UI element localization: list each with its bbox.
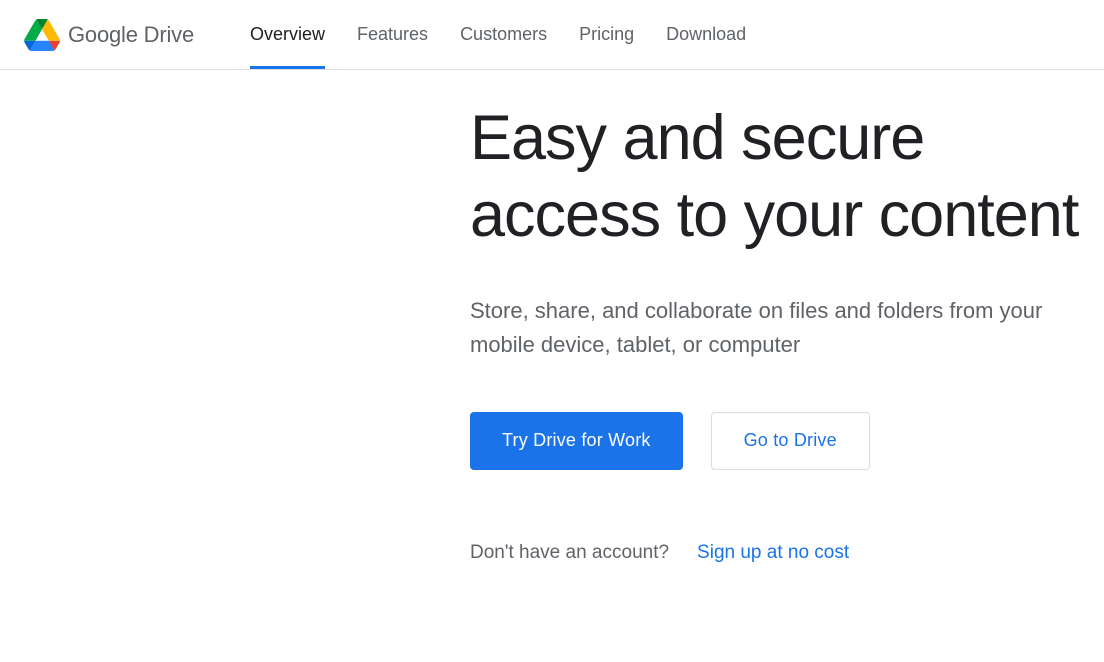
signup-question: Don't have an account? <box>470 542 669 564</box>
cta-row: Try Drive for Work Go to Drive <box>470 412 1080 470</box>
hero-sub: Store, share, and collaborate on files a… <box>470 294 1080 362</box>
drive-icon <box>24 19 60 51</box>
nav-overview[interactable]: Overview <box>250 0 325 69</box>
nav: Overview Features Customers Pricing Down… <box>250 0 746 69</box>
logo-text: Google Drive <box>68 22 194 48</box>
nav-features[interactable]: Features <box>357 0 428 69</box>
nav-download[interactable]: Download <box>666 0 746 69</box>
go-to-drive-button[interactable]: Go to Drive <box>711 412 870 470</box>
logo[interactable]: Google Drive <box>24 19 194 51</box>
hero: Easy and secure access to your content S… <box>0 70 1080 564</box>
nav-customers[interactable]: Customers <box>460 0 547 69</box>
nav-pricing[interactable]: Pricing <box>579 0 634 69</box>
hero-heading: Easy and secure access to your content <box>470 100 1080 254</box>
signup-link[interactable]: Sign up at no cost <box>697 542 849 564</box>
header: Google Drive Overview Features Customers… <box>0 0 1104 70</box>
signup-row: Don't have an account? Sign up at no cos… <box>470 542 1080 564</box>
try-drive-for-work-button[interactable]: Try Drive for Work <box>470 412 683 470</box>
